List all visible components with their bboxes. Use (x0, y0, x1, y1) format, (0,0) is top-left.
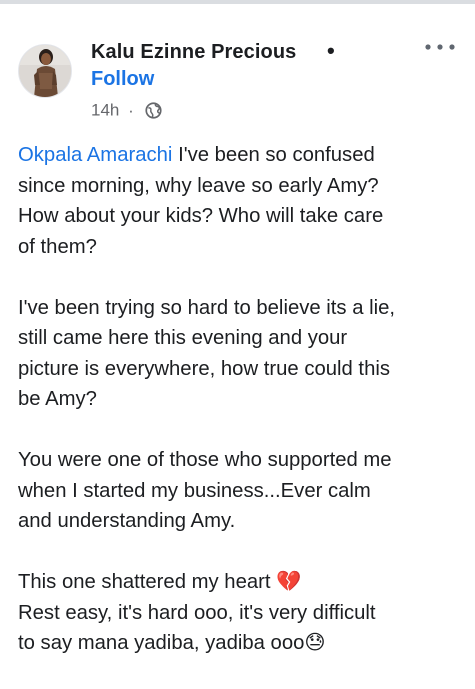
follow-button[interactable]: Follow (91, 68, 154, 91)
top-divider (0, 0, 475, 4)
post-line: I've been trying so hard to believe its … (18, 296, 396, 319)
post-line-text: I've been so confused (172, 144, 375, 166)
more-options-icon[interactable] (421, 36, 459, 58)
header-separator: • (327, 38, 335, 63)
post-line: since morning, why leave so early Amy? (18, 174, 379, 197)
post-body: Okpala Amarachi I've been so confused si… (18, 140, 468, 689)
post-paragraph: You were one of those who supported me w… (18, 445, 468, 537)
post-paragraph: This one shattered my heart 💔 Rest easy,… (18, 567, 468, 659)
post-line: of them? (18, 235, 97, 258)
author-name[interactable]: Kalu Ezinne Precious (91, 41, 296, 64)
mention-link[interactable]: Okpala Amarachi (18, 144, 172, 166)
post-line: be Amy? (18, 388, 97, 410)
post-line: How about your kids? Who will take care (18, 205, 384, 227)
post-line: still came here this evening and your (18, 327, 348, 349)
post-line: to say mana yadiba, yadiba ooo😓 (18, 632, 326, 654)
post-line: This one shattered my heart 💔 (18, 571, 302, 593)
globe-icon[interactable] (144, 102, 162, 119)
post-time[interactable]: 14h (91, 101, 119, 120)
post-paragraph: Okpala Amarachi I've been so confused si… (18, 140, 468, 262)
post-line: Rest easy, it's hard ooo, it's very diff… (18, 601, 376, 624)
post-line: and understanding Amy. (18, 510, 236, 532)
post-line: when I started my business...Ever calm (18, 479, 371, 502)
meta-separator: · (128, 100, 134, 120)
post-paragraph: I've been trying so hard to believe its … (18, 293, 468, 415)
post-line: You were one of those who supported me (18, 449, 392, 471)
post-line: Okpala Amarachi I've been so confused (18, 140, 468, 171)
avatar-photo (19, 45, 71, 97)
post-meta: 14h · (91, 100, 162, 122)
post-line: picture is everywhere, how true could th… (18, 357, 390, 380)
avatar[interactable] (18, 44, 72, 98)
post-header: Kalu Ezinne Precious • Follow 14h · (18, 38, 465, 124)
